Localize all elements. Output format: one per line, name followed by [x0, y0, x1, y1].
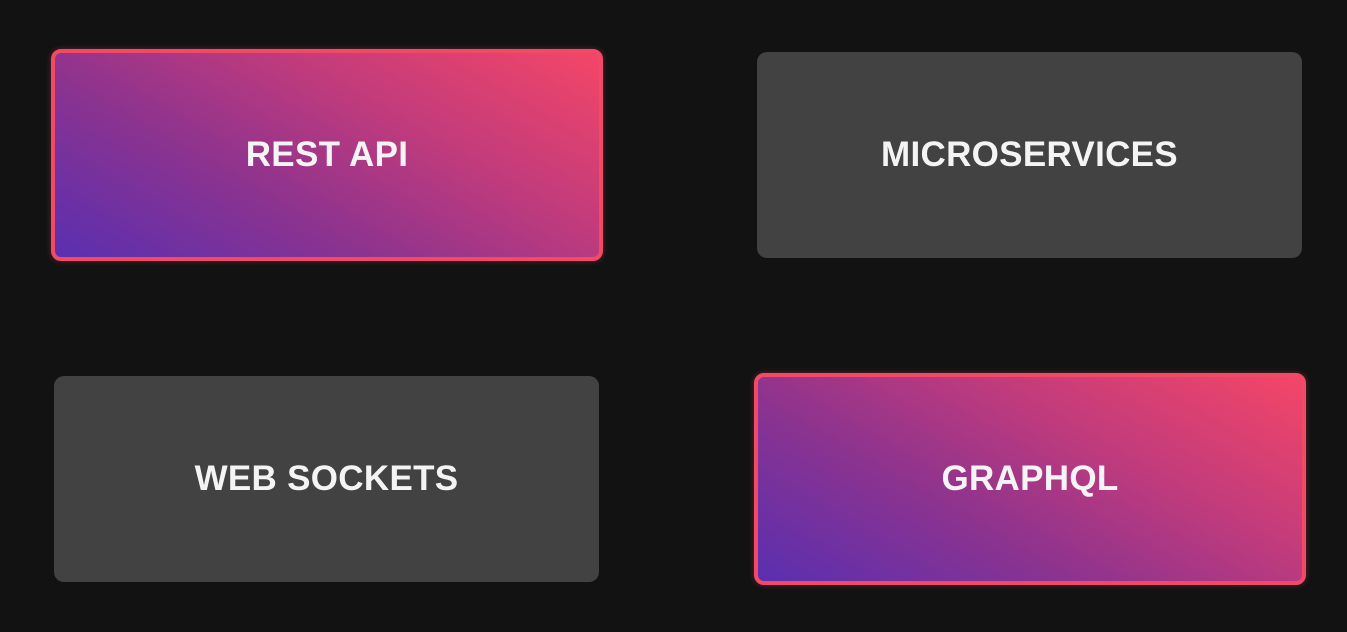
option-card-web-sockets[interactable]: WEB SOCKETS: [54, 376, 599, 582]
option-card-microservices[interactable]: MICROSERVICES: [757, 52, 1302, 258]
option-label: WEB SOCKETS: [194, 459, 459, 498]
option-grid: REST API MICROSERVICES WEB SOCKETS GRAPH…: [0, 0, 1347, 632]
option-card-graphql[interactable]: GRAPHQL: [754, 373, 1306, 585]
option-label: REST API: [245, 135, 409, 174]
option-label: MICROSERVICES: [881, 135, 1178, 174]
option-label: GRAPHQL: [941, 459, 1119, 498]
option-card-rest-api[interactable]: REST API: [51, 49, 603, 261]
